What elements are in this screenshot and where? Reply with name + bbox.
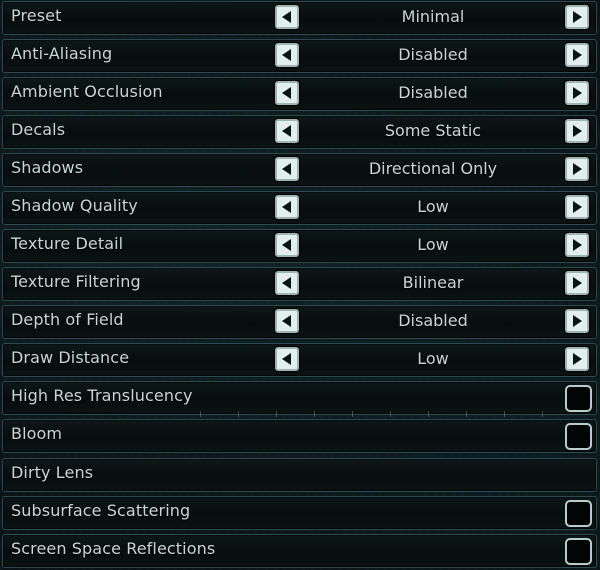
setting-row-high-res-translucency: High Res Translucency <box>2 381 597 415</box>
next-option-button[interactable] <box>565 309 589 333</box>
next-option-button[interactable] <box>565 43 589 67</box>
triangle-right-icon <box>573 11 582 23</box>
setting-row-preset: Preset Minimal <box>2 1 597 35</box>
setting-value: Minimal <box>401 7 465 26</box>
previous-option-button[interactable] <box>275 81 299 105</box>
previous-option-button[interactable] <box>275 157 299 181</box>
triangle-right-icon <box>573 239 582 251</box>
screen-space-reflections-checkbox[interactable] <box>565 538 592 565</box>
triangle-right-icon <box>573 315 582 327</box>
setting-row-anti-aliasing: Anti-Aliasing Disabled <box>2 39 597 73</box>
setting-row-draw-distance: Draw Distance Low <box>2 343 597 377</box>
setting-row-texture-filtering: Texture Filtering Bilinear <box>2 267 597 301</box>
triangle-left-icon <box>282 125 291 137</box>
next-option-button[interactable] <box>565 271 589 295</box>
setting-label: Bloom <box>11 424 63 443</box>
setting-row-shadows: Shadows Directional Only <box>2 153 597 187</box>
setting-row-texture-detail: Texture Detail Low <box>2 229 597 263</box>
setting-value: Directional Only <box>368 159 498 178</box>
setting-value: Bilinear <box>402 273 464 292</box>
setting-value: Low <box>417 235 449 254</box>
setting-row-screen-space-reflections: Screen Space Reflections <box>2 534 597 568</box>
next-option-button[interactable] <box>565 119 589 143</box>
setting-row-depth-of-field: Depth of Field Disabled <box>2 305 597 339</box>
triangle-right-icon <box>573 277 582 289</box>
previous-option-button[interactable] <box>275 195 299 219</box>
setting-label: Dirty Lens <box>11 463 94 482</box>
triangle-left-icon <box>282 277 291 289</box>
bloom-checkbox[interactable] <box>565 423 592 450</box>
setting-label: Preset <box>11 6 62 25</box>
next-option-button[interactable] <box>565 157 589 181</box>
graphics-settings-list: Preset Minimal Anti-Aliasing Disabled Am… <box>0 0 600 570</box>
setting-label: Subsurface Scattering <box>11 501 191 520</box>
setting-label: Ambient Occlusion <box>11 82 163 101</box>
previous-option-button[interactable] <box>275 271 299 295</box>
setting-row-decals: Decals Some Static <box>2 115 597 149</box>
setting-row-shadow-quality: Shadow Quality Low <box>2 191 597 225</box>
triangle-right-icon <box>573 125 582 137</box>
triangle-right-icon <box>573 163 582 175</box>
previous-option-button[interactable] <box>275 119 299 143</box>
triangle-left-icon <box>282 201 291 213</box>
triangle-right-icon <box>573 353 582 365</box>
previous-option-button[interactable] <box>275 309 299 333</box>
previous-option-button[interactable] <box>275 5 299 29</box>
setting-row-ambient-occlusion: Ambient Occlusion Disabled <box>2 77 597 111</box>
setting-label: Shadows <box>11 158 84 177</box>
setting-row-dirty-lens: Dirty Lens <box>2 458 597 492</box>
setting-label: Anti-Aliasing <box>11 44 113 63</box>
triangle-right-icon <box>573 201 582 213</box>
setting-label: High Res Translucency <box>11 386 193 405</box>
next-option-button[interactable] <box>565 81 589 105</box>
triangle-left-icon <box>282 49 291 61</box>
setting-value: Low <box>417 197 449 216</box>
setting-label: Depth of Field <box>11 310 124 329</box>
setting-row-bloom: Bloom <box>2 419 597 453</box>
setting-value: Low <box>417 349 449 368</box>
setting-row-subsurface-scattering: Subsurface Scattering <box>2 496 597 530</box>
triangle-left-icon <box>282 239 291 251</box>
triangle-left-icon <box>282 11 291 23</box>
previous-option-button[interactable] <box>275 233 299 257</box>
triangle-left-icon <box>282 163 291 175</box>
setting-value: Some Static <box>384 121 482 140</box>
triangle-right-icon <box>573 49 582 61</box>
triangle-right-icon <box>573 87 582 99</box>
next-option-button[interactable] <box>565 233 589 257</box>
next-option-button[interactable] <box>565 195 589 219</box>
setting-label: Texture Detail <box>11 234 124 253</box>
next-option-button[interactable] <box>565 5 589 29</box>
triangle-left-icon <box>282 315 291 327</box>
setting-label: Shadow Quality <box>11 196 138 215</box>
triangle-left-icon <box>282 353 291 365</box>
previous-option-button[interactable] <box>275 347 299 371</box>
setting-value: Disabled <box>398 45 468 64</box>
setting-label: Draw Distance <box>11 348 130 367</box>
high-res-translucency-checkbox[interactable] <box>565 385 592 412</box>
triangle-left-icon <box>282 87 291 99</box>
setting-label: Texture Filtering <box>11 272 141 291</box>
next-option-button[interactable] <box>565 347 589 371</box>
subsurface-scattering-checkbox[interactable] <box>565 500 592 527</box>
setting-label: Screen Space Reflections <box>11 539 216 558</box>
setting-value: Disabled <box>398 83 468 102</box>
setting-value: Disabled <box>398 311 468 330</box>
setting-label: Decals <box>11 120 66 139</box>
previous-option-button[interactable] <box>275 43 299 67</box>
